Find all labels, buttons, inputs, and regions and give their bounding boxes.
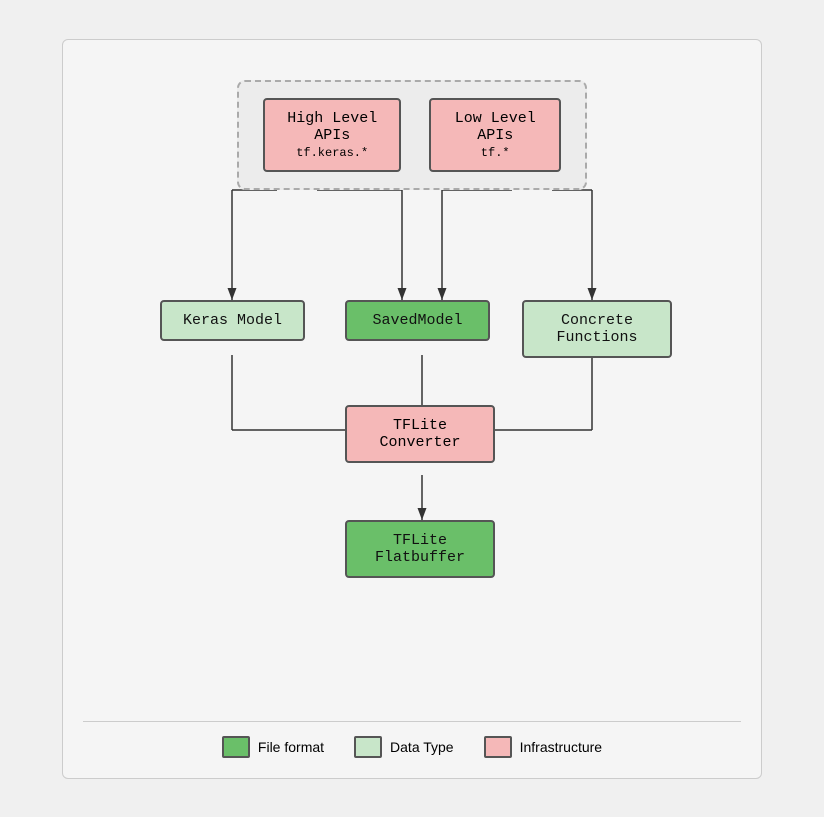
low-level-apis-sublabel: tf.*	[447, 146, 543, 160]
low-level-apis-label: Low Level APIs	[455, 110, 536, 144]
legend-infrastructure: Infrastructure	[484, 736, 602, 758]
legend: File format Data Type Infrastructure	[83, 721, 741, 758]
main-container: High Level APIs tf.keras.* Low Level API…	[62, 39, 762, 779]
concrete-functions-label: Concrete Functions	[556, 312, 637, 346]
legend-file-format-icon	[222, 736, 250, 758]
tflite-flatbuffer-label: TFLite Flatbuffer	[375, 532, 465, 566]
saved-model-box: SavedModel	[345, 300, 490, 341]
diagram-inner: High Level APIs tf.keras.* Low Level API…	[132, 70, 692, 640]
tflite-flatbuffer-box: TFLite Flatbuffer	[345, 520, 495, 578]
legend-infrastructure-icon	[484, 736, 512, 758]
legend-infrastructure-label: Infrastructure	[520, 739, 602, 755]
high-level-apis-label: High Level APIs	[287, 110, 377, 144]
legend-data-type-icon	[354, 736, 382, 758]
high-level-apis-sublabel: tf.keras.*	[281, 146, 383, 160]
low-level-apis-box: Low Level APIs tf.*	[429, 98, 561, 172]
saved-model-label: SavedModel	[372, 312, 462, 329]
concrete-functions-box: Concrete Functions	[522, 300, 672, 358]
high-level-apis-box: High Level APIs tf.keras.*	[263, 98, 401, 172]
legend-file-format-label: File format	[258, 739, 324, 755]
top-group-box: High Level APIs tf.keras.* Low Level API…	[237, 80, 587, 190]
legend-data-type: Data Type	[354, 736, 454, 758]
legend-data-type-label: Data Type	[390, 739, 454, 755]
diagram-area: High Level APIs tf.keras.* Low Level API…	[83, 70, 741, 703]
tflite-converter-label: TFLite Converter	[379, 417, 460, 451]
keras-model-box: Keras Model	[160, 300, 305, 341]
legend-file-format: File format	[222, 736, 324, 758]
keras-model-label: Keras Model	[183, 312, 282, 329]
tflite-converter-box: TFLite Converter	[345, 405, 495, 463]
